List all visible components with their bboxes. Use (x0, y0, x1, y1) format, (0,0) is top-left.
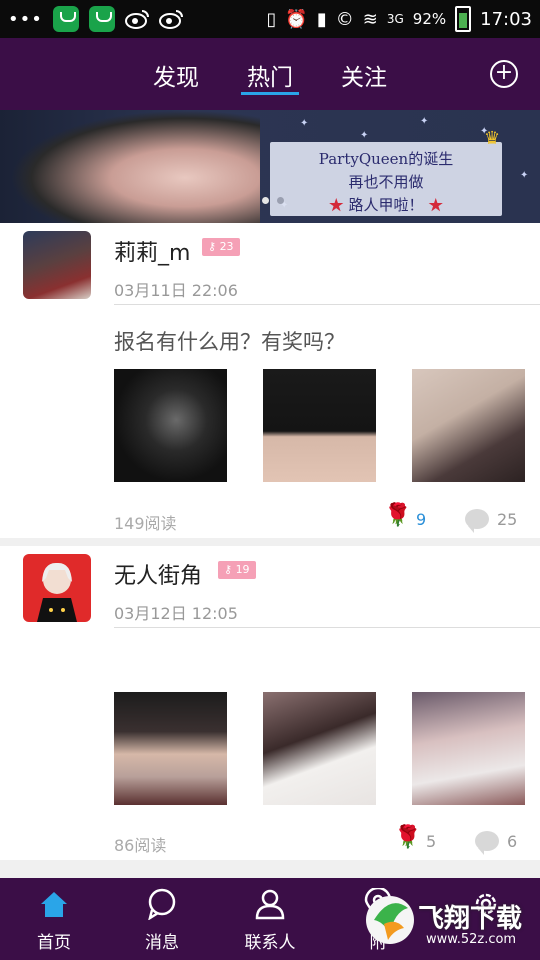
banner-line-3-text: 路人甲啦！ (348, 196, 424, 214)
avatar[interactable] (23, 554, 91, 622)
rose-icon[interactable]: 🌹 (394, 825, 421, 850)
banner-star-right: ★ (428, 196, 444, 214)
system-icons: ▯ ⏰ ▮ © ≋ 3G 92% 17:03 (267, 6, 540, 32)
shopping-bag-icon (88, 6, 115, 32)
avatar[interactable] (23, 231, 91, 299)
post-image[interactable] (412, 692, 525, 805)
comment-icon[interactable] (475, 831, 499, 855)
alarm-icon: ⏰ (285, 8, 308, 30)
tab-hot[interactable]: 热门 (241, 38, 299, 110)
comment-count: 6 (507, 832, 518, 851)
nav-label: 联系人 (244, 933, 296, 953)
banner-line-2: 再也不用做 (348, 173, 424, 191)
watermark-title: 飞翔下载 (418, 904, 523, 934)
post-image[interactable] (263, 692, 376, 805)
post-time: 03月11日 22:06 (114, 281, 238, 300)
level-badge: ⚷ 19 (218, 561, 256, 579)
avatar-illustration (37, 562, 77, 622)
banner-star-left: ★ (328, 196, 344, 214)
contacts-icon (216, 886, 324, 922)
badge-value: 23 (219, 240, 234, 253)
banner-caption: PartyQueen的诞生 再也不用做 ★ 路人甲啦！ ★ (270, 142, 502, 216)
weibo-icon (124, 10, 149, 29)
message-icon (108, 886, 216, 922)
star-icon: ✦ (420, 116, 429, 127)
banner-photo (10, 110, 260, 223)
data-icon: © (335, 8, 354, 30)
post-image[interactable] (412, 369, 525, 482)
home-icon (0, 886, 108, 922)
status-bar: ••• ▯ ⏰ ▮ © ≋ 3G 92% 17:03 (0, 0, 540, 38)
post-image[interactable] (114, 692, 227, 805)
watermark-url: www.52z.com (426, 932, 517, 947)
watermark-logo-icon (366, 896, 414, 944)
level-badge: ⚷ 23 (202, 238, 240, 256)
post-card[interactable]: 莉莉_m ⚷ 23 03月11日 22:06 报名有什么用？有奖吗？ 149阅读… (0, 223, 540, 538)
nav-label: 首页 (37, 933, 71, 953)
post-card[interactable]: 无人街角 ⚷ 19 03月12日 12:05 86阅读 🌹 5 6 (0, 546, 540, 860)
tab-follow[interactable]: 关注 (341, 38, 387, 110)
vibrate-icon: ▯ (266, 8, 277, 30)
nav-home[interactable]: 首页 (0, 878, 108, 960)
battery-icon (455, 6, 472, 32)
post-text[interactable]: 报名有什么用？有奖吗？ (114, 326, 345, 356)
plus-circle-icon: + (494, 60, 514, 85)
tab-bar: 发现 热门 关注 (0, 38, 540, 110)
username[interactable]: 莉莉_m (114, 235, 190, 267)
shopping-bag-icon (52, 6, 79, 32)
rose-count: 5 (426, 832, 437, 851)
banner-pager (262, 197, 284, 204)
username[interactable]: 无人街角 (114, 558, 202, 590)
banner-line-1: PartyQueen的诞生 (318, 150, 454, 168)
notification-icons: ••• (0, 6, 183, 32)
clock: 17:03 (480, 8, 532, 30)
star-icon: ✦ (520, 170, 529, 181)
key-icon: ⚷ (208, 240, 217, 253)
post-image[interactable] (114, 369, 227, 482)
comment-icon[interactable] (465, 509, 489, 533)
star-icon: ✦ (300, 118, 309, 129)
pager-dot[interactable] (262, 197, 269, 204)
battery-percent: 92% (412, 10, 447, 28)
tab-discover[interactable]: 发现 (153, 38, 199, 110)
divider (114, 627, 540, 628)
banner[interactable]: ✦ ✦ ✦ ✦ ✦ ✦ PartyQueen的诞生 再也不用做 ★ 路人甲啦！ … (0, 110, 540, 223)
nav-contacts[interactable]: 联系人 (216, 878, 324, 960)
nav-label: 消息 (145, 933, 179, 953)
weibo-icon (158, 10, 183, 29)
comment-count: 25 (497, 510, 518, 529)
star-icon: ✦ (360, 130, 369, 141)
pager-dot[interactable] (277, 197, 284, 204)
key-icon: ⚷ (224, 563, 233, 576)
rose-icon[interactable]: 🌹 (384, 503, 411, 528)
top-nav: 发现 热门 关注 + (0, 38, 540, 110)
more-dots-icon: ••• (8, 8, 43, 30)
post-image[interactable] (263, 369, 376, 482)
wifi-icon: ≋ (362, 8, 378, 30)
add-post-button[interactable]: + (490, 60, 518, 88)
network-type: 3G (386, 12, 404, 26)
banner-line-3: ★ 路人甲啦！ ★ (270, 194, 502, 215)
crown-icon: ♛ (484, 128, 501, 149)
nav-messages[interactable]: 消息 (108, 878, 216, 960)
phone-icon: ▮ (316, 8, 327, 30)
divider (114, 304, 540, 305)
post-time: 03月12日 12:05 (114, 604, 238, 623)
rose-count: 9 (416, 510, 427, 529)
badge-value: 19 (235, 563, 250, 576)
watermark: 飞翔下载 www.52z.com (364, 882, 540, 960)
read-count: 86阅读 (114, 836, 167, 855)
read-count: 149阅读 (114, 514, 177, 533)
